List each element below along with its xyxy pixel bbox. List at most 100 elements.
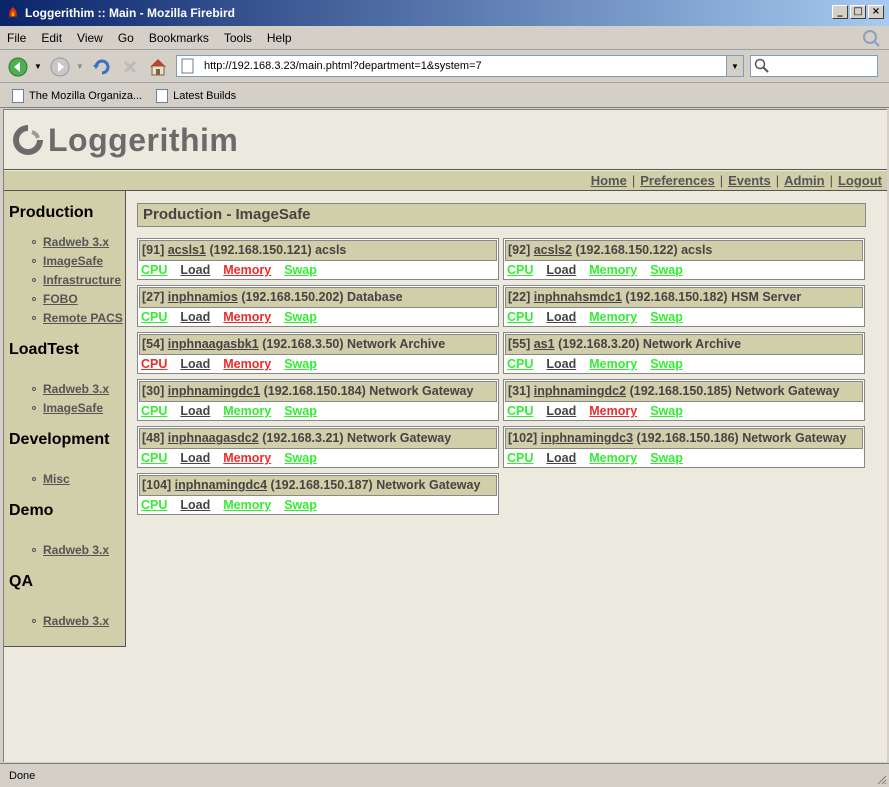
nav-link-admin[interactable]: Admin (784, 173, 824, 188)
search-input[interactable] (750, 55, 878, 77)
cpu-link[interactable]: CPU (141, 310, 167, 324)
swap-link[interactable]: Swap (284, 357, 317, 371)
host-id: [27] (142, 290, 165, 304)
host-card: [92] acsls2 (192.168.150.122) acsls CPU Lo… (503, 238, 865, 280)
nav-link-home[interactable]: Home (591, 173, 627, 188)
memory-link[interactable]: Memory (589, 451, 637, 465)
host-name-link[interactable]: acsls2 (534, 243, 572, 257)
memory-link[interactable]: Memory (223, 357, 271, 371)
url-text[interactable]: http://192.168.3.23/main.phtml?departmen… (202, 60, 726, 72)
memory-link[interactable]: Memory (223, 451, 271, 465)
swap-link[interactable]: Swap (650, 263, 683, 277)
sidebar-item[interactable]: Radweb 3.x (32, 543, 109, 557)
host-name-link[interactable]: inphnaagasdc2 (168, 431, 259, 445)
menu-help[interactable]: Help (267, 31, 292, 45)
forward-dropdown-icon[interactable]: ▼ (76, 62, 84, 71)
sidebar-item[interactable]: Remote PACS (32, 311, 123, 325)
forward-button[interactable] (48, 55, 72, 79)
url-bar[interactable]: http://192.168.3.23/main.phtml?departmen… (176, 55, 744, 77)
memory-link[interactable]: Memory (223, 310, 271, 324)
sidebar-item[interactable]: Radweb 3.x (32, 382, 109, 396)
host-name-link[interactable]: as1 (534, 337, 555, 351)
host-name-link[interactable]: inphnahsmdc1 (534, 290, 622, 304)
swap-link[interactable]: Swap (650, 451, 683, 465)
load-link[interactable]: Load (546, 357, 576, 371)
nav-link-preferences[interactable]: Preferences (640, 173, 714, 188)
cpu-link[interactable]: CPU (141, 404, 167, 418)
load-link[interactable]: Load (546, 404, 576, 418)
host-name-link[interactable]: inphnamingdc3 (541, 431, 633, 445)
load-link[interactable]: Load (180, 357, 210, 371)
menu-view[interactable]: View (77, 31, 103, 45)
host-name-link[interactable]: inphnamingdc4 (175, 478, 267, 492)
cpu-link[interactable]: CPU (141, 451, 167, 465)
bookmark-mozilla[interactable]: The Mozilla Organiza... (12, 88, 142, 103)
memory-link[interactable]: Memory (589, 357, 637, 371)
memory-link[interactable]: Memory (589, 404, 637, 418)
swap-link[interactable]: Swap (650, 404, 683, 418)
load-link[interactable]: Load (546, 451, 576, 465)
host-name-link[interactable]: inphnamingdc1 (168, 384, 260, 398)
memory-link[interactable]: Memory (223, 498, 271, 512)
menu-bookmarks[interactable]: Bookmarks (149, 31, 209, 45)
host-name-link[interactable]: inphnaagasbk1 (168, 337, 259, 351)
minimize-button[interactable]: _ (832, 5, 848, 19)
sidebar-item[interactable]: ImageSafe (32, 254, 103, 268)
cpu-link[interactable]: CPU (507, 404, 533, 418)
menu-go[interactable]: Go (118, 31, 134, 45)
back-button[interactable] (6, 55, 30, 79)
sidebar-item[interactable]: Infrastructure (32, 273, 121, 287)
swap-link[interactable]: Swap (650, 310, 683, 324)
cpu-link[interactable]: CPU (507, 357, 533, 371)
host-name-link[interactable]: inphnamingdc2 (534, 384, 626, 398)
load-link[interactable]: Load (546, 310, 576, 324)
sidebar-item[interactable]: FOBO (32, 292, 78, 306)
load-link[interactable]: Load (180, 310, 210, 324)
cpu-link[interactable]: CPU (141, 357, 167, 371)
load-link[interactable]: Load (180, 263, 210, 277)
sidebar-item[interactable]: Misc (32, 472, 70, 486)
load-link[interactable]: Load (180, 498, 210, 512)
memory-link[interactable]: Memory (223, 263, 271, 277)
memory-link[interactable]: Memory (223, 404, 271, 418)
memory-link[interactable]: Memory (589, 310, 637, 324)
load-link[interactable]: Load (180, 404, 210, 418)
close-button[interactable]: × (868, 5, 884, 19)
load-link[interactable]: Load (180, 451, 210, 465)
host-name-link[interactable]: acsls1 (168, 243, 206, 257)
cpu-link[interactable]: CPU (507, 310, 533, 324)
menu-file[interactable]: File (7, 31, 26, 45)
bookmark-latest-builds[interactable]: Latest Builds (156, 88, 236, 103)
swap-link[interactable]: Swap (284, 263, 317, 277)
host-header: [104] inphnamingdc4 (192.168.150.187) Ne… (139, 475, 497, 496)
nav-link-logout[interactable]: Logout (838, 173, 882, 188)
resize-grip-icon[interactable] (875, 773, 887, 785)
cpu-link[interactable]: CPU (507, 451, 533, 465)
stop-button[interactable] (118, 55, 142, 79)
back-dropdown-icon[interactable]: ▼ (34, 62, 42, 71)
memory-link[interactable]: Memory (589, 263, 637, 277)
swap-link[interactable]: Swap (284, 404, 317, 418)
swap-link[interactable]: Swap (284, 310, 317, 324)
load-link[interactable]: Load (546, 263, 576, 277)
stop-icon (123, 60, 136, 73)
sidebar-item[interactable]: Radweb 3.x (32, 614, 109, 628)
swap-link[interactable]: Swap (284, 451, 317, 465)
sidebar-item[interactable]: ImageSafe (32, 401, 103, 415)
nav-link-events[interactable]: Events (728, 173, 771, 188)
host-card: [104] inphnamingdc4 (192.168.150.187) Ne… (137, 473, 499, 515)
swap-link[interactable]: Swap (650, 357, 683, 371)
url-dropdown-button[interactable]: ▼ (726, 56, 743, 76)
host-name-link[interactable]: inphnamios (168, 290, 238, 304)
host-role: Network Gateway (735, 384, 840, 398)
cpu-link[interactable]: CPU (141, 498, 167, 512)
maximize-button[interactable]: □ (850, 5, 866, 19)
sidebar-item[interactable]: Radweb 3.x (32, 235, 109, 249)
reload-button[interactable] (90, 55, 114, 79)
swap-link[interactable]: Swap (284, 498, 317, 512)
cpu-link[interactable]: CPU (141, 263, 167, 277)
menu-edit[interactable]: Edit (41, 31, 62, 45)
home-button[interactable] (146, 55, 170, 79)
cpu-link[interactable]: CPU (507, 263, 533, 277)
menu-tools[interactable]: Tools (224, 31, 252, 45)
